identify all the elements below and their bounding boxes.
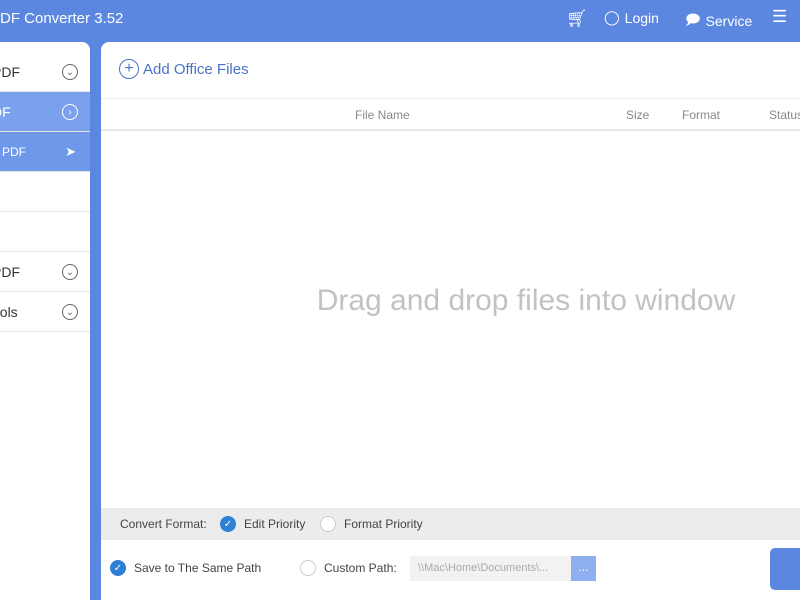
custom-path-radio[interactable]: Custom Path: xyxy=(300,560,397,576)
same-path-label: Save to The Same Path xyxy=(134,561,262,575)
sidebar-item-1[interactable]: PDF ⌄ xyxy=(0,52,90,92)
service-label: Service xyxy=(705,13,753,29)
sidebar-item-3[interactable]: PDF ⌄ xyxy=(0,252,90,292)
file-table-header: File Name Size Format Status xyxy=(101,98,800,131)
convert-format-bar: Convert Format: ✓ Edit Priority Format Pr… xyxy=(101,508,800,540)
col-size[interactable]: Size xyxy=(626,108,649,122)
convert-button[interactable] xyxy=(770,548,800,590)
chevron-down-icon: ⌄ xyxy=(62,304,78,320)
sidebar-subitem-1[interactable]: o PDF ➤ xyxy=(0,132,90,172)
sidebar-item-label: DF xyxy=(0,103,11,120)
chevron-right-icon: › xyxy=(62,104,78,120)
custom-path-label: Custom Path: xyxy=(324,561,397,575)
sidebar: PDF ⌄ DF › o PDF ➤ F PDF ⌄ ools ⌄ xyxy=(0,42,90,600)
title-bar: DF Converter 3.52 🛒︎ ◯ Login 🗩︎ Service ☰ xyxy=(0,0,800,42)
custom-path-input[interactable]: \\Mac\Home\Documents\... xyxy=(410,556,571,581)
sidebar-item-label: o PDF xyxy=(0,144,27,159)
chat-icon: 🗩︎ xyxy=(685,11,701,27)
sidebar-item-label: PDF xyxy=(0,63,20,80)
plus-circle-icon: + xyxy=(119,59,139,79)
sidebar-item-2[interactable]: DF › xyxy=(0,92,90,132)
browse-button[interactable]: ... xyxy=(571,556,596,581)
sidebar-subitem-2[interactable]: F xyxy=(0,172,90,212)
user-icon: ◯ xyxy=(604,9,620,25)
cart-icon: 🛒︎ xyxy=(566,9,588,28)
same-path-radio[interactable]: ✓ Save to The Same Path xyxy=(110,560,261,576)
sidebar-item-label: PDF xyxy=(0,263,20,280)
check-icon: ✓ xyxy=(110,560,126,576)
login-label: Login xyxy=(624,9,659,26)
edit-priority-label: Edit Priority xyxy=(244,517,306,531)
add-office-files-button[interactable]: + Add Office Files xyxy=(119,59,249,79)
service-button[interactable]: 🗩︎ Service xyxy=(685,9,752,33)
main-panel: + Add Office Files File Name Size Format … xyxy=(101,42,800,600)
format-priority-label: Format Priority xyxy=(344,517,423,531)
radio-empty-icon xyxy=(300,560,316,576)
sidebar-item-4[interactable]: ools ⌄ xyxy=(0,292,90,332)
col-format[interactable]: Format xyxy=(682,108,720,122)
sidebar-item-label: ools xyxy=(0,303,18,320)
arrow-right-icon: ➤ xyxy=(65,144,76,159)
format-priority-radio[interactable]: Format Priority xyxy=(320,516,423,532)
add-files-label: Add Office Files xyxy=(143,60,249,78)
chevron-down-icon: ⌄ xyxy=(62,264,78,280)
cart-button[interactable]: 🛒︎ xyxy=(566,9,588,29)
edit-priority-radio[interactable]: ✓ Edit Priority xyxy=(220,516,305,532)
menu-icon[interactable]: ☰ xyxy=(772,7,787,27)
app-title: DF Converter 3.52 xyxy=(0,10,124,27)
chevron-down-icon: ⌄ xyxy=(62,64,78,80)
radio-empty-icon xyxy=(320,516,336,532)
convert-format-label: Convert Format: xyxy=(120,517,207,531)
drop-hint: Drag and drop files into window xyxy=(316,284,736,317)
login-button[interactable]: ◯ Login xyxy=(604,9,659,26)
col-status[interactable]: Status xyxy=(769,108,800,122)
col-file-name[interactable]: File Name xyxy=(355,108,410,122)
check-icon: ✓ xyxy=(220,516,236,532)
sidebar-subitem-3[interactable] xyxy=(0,212,90,252)
